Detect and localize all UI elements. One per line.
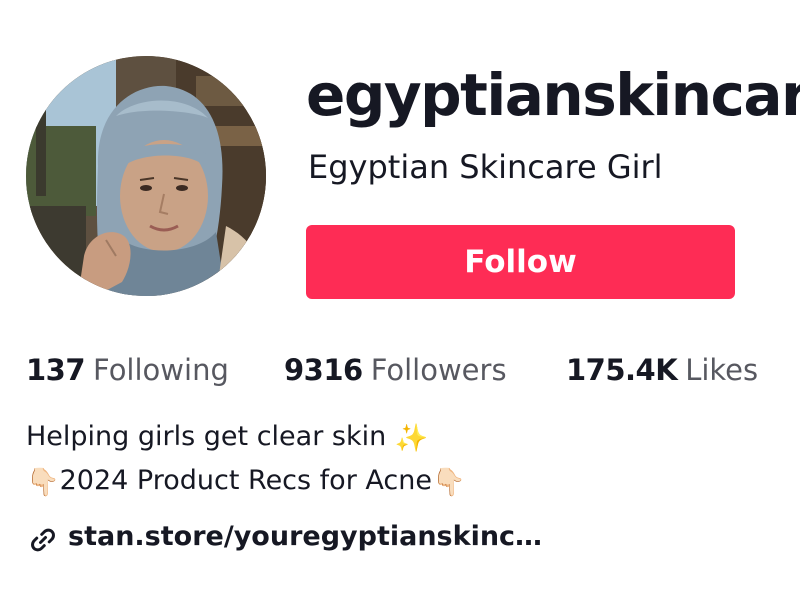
follow-button[interactable]: Follow: [306, 225, 735, 299]
avatar[interactable]: [26, 56, 266, 296]
stat-following[interactable]: 137 Following: [26, 348, 229, 392]
bio: Helping girls get clear skin ✨ 👇🏻2024 Pr…: [26, 416, 466, 504]
bio-line-2-text: 2024 Product Recs for Acne: [59, 465, 432, 496]
profile-photo: [26, 56, 266, 296]
likes-label: Likes: [685, 353, 759, 387]
bio-line-1-text: Helping girls get clear skin: [26, 421, 387, 452]
stat-likes: 175.4K Likes: [566, 348, 758, 392]
bio-line-1: Helping girls get clear skin ✨: [26, 416, 466, 460]
bio-line-2: 👇🏻2024 Product Recs for Acne👇🏻: [26, 460, 466, 504]
likes-count: 175.4K: [566, 353, 678, 387]
sparkles-icon: ✨: [394, 423, 429, 454]
display-name: Egyptian Skincare Girl: [308, 148, 663, 186]
stat-followers[interactable]: 9316 Followers: [284, 348, 507, 392]
link-text[interactable]: stan.store/youregyptianskinc…: [68, 516, 542, 558]
pointing-down-icon: 👇🏻: [26, 467, 60, 498]
followers-count: 9316: [284, 353, 363, 387]
following-label: Following: [93, 353, 229, 387]
username: egyptianskincare: [306, 61, 800, 129]
profile-stats: 137 Following 9316 Followers 175.4K Likes: [26, 348, 800, 392]
pointing-down-icon: 👇🏻: [431, 467, 466, 498]
followers-label: Followers: [370, 353, 507, 387]
following-count: 137: [26, 353, 86, 387]
link-icon: [31, 528, 55, 552]
